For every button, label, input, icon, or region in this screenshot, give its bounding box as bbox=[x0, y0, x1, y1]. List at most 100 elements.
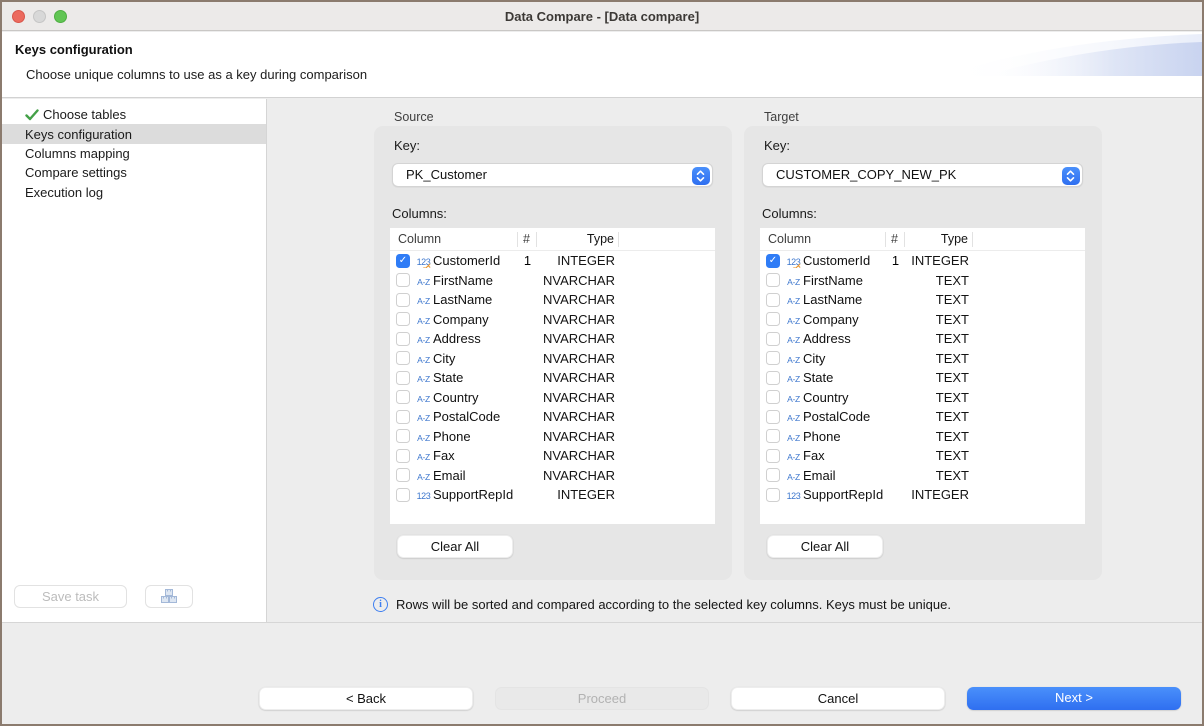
row-checkbox[interactable] bbox=[766, 312, 780, 326]
column-name-cell: A-ZCountry bbox=[760, 390, 886, 405]
table-row[interactable]: ✓123CustomerId1INTEGER bbox=[390, 251, 715, 271]
row-checkbox[interactable] bbox=[766, 488, 780, 502]
sidebar-step-label: Keys configuration bbox=[25, 127, 132, 142]
column-name-cell: A-ZAddress bbox=[760, 331, 886, 346]
row-checkbox[interactable] bbox=[766, 371, 780, 385]
column-name: Address bbox=[433, 331, 481, 346]
table-row[interactable]: A-ZStateNVARCHAR bbox=[390, 368, 715, 388]
sidebar-step-choose-tables[interactable]: Choose tables bbox=[2, 105, 266, 124]
table-row[interactable]: A-ZCityTEXT bbox=[760, 349, 1085, 369]
row-checkbox[interactable] bbox=[396, 488, 410, 502]
row-checkbox[interactable] bbox=[396, 293, 410, 307]
row-checkbox[interactable] bbox=[396, 312, 410, 326]
table-row[interactable]: A-ZCityNVARCHAR bbox=[390, 349, 715, 369]
row-checkbox[interactable] bbox=[396, 429, 410, 443]
type-cell: NVARCHAR bbox=[537, 273, 619, 288]
row-checkbox[interactable] bbox=[766, 429, 780, 443]
row-checkbox[interactable] bbox=[396, 371, 410, 385]
row-checkbox[interactable] bbox=[396, 351, 410, 365]
back-button[interactable]: < Back bbox=[259, 687, 473, 710]
az-glyph: A-Z bbox=[787, 335, 800, 345]
type-cell: NVARCHAR bbox=[537, 370, 619, 385]
az-glyph: A-Z bbox=[417, 374, 430, 384]
table-row[interactable]: A-ZEmailNVARCHAR bbox=[390, 466, 715, 486]
row-checkbox[interactable] bbox=[396, 449, 410, 463]
column-name: SupportRepId bbox=[803, 487, 883, 502]
table-row[interactable]: A-ZFaxTEXT bbox=[760, 446, 1085, 466]
text-icon: A-Z bbox=[414, 273, 433, 288]
table-row[interactable]: ✓123CustomerId1INTEGER bbox=[760, 251, 1085, 271]
table-row[interactable]: A-ZAddressTEXT bbox=[760, 329, 1085, 349]
next-button[interactable]: Next > bbox=[967, 687, 1181, 710]
boxes-icon bbox=[160, 588, 179, 605]
sidebar-step-columns-mapping[interactable]: Columns mapping bbox=[2, 144, 266, 163]
text-icon: A-Z bbox=[784, 331, 803, 346]
table-row[interactable]: A-ZPhoneTEXT bbox=[760, 427, 1085, 447]
target-clear-all-button[interactable]: Clear All bbox=[767, 535, 883, 558]
row-checkbox[interactable]: ✓ bbox=[396, 254, 410, 268]
az-glyph: A-Z bbox=[417, 413, 430, 423]
sidebar-step-execution-log[interactable]: Execution log bbox=[2, 183, 266, 202]
column-header[interactable]: Column bbox=[390, 232, 518, 247]
table-row[interactable]: A-ZFirstNameNVARCHAR bbox=[390, 271, 715, 291]
table-row[interactable]: A-ZCountryNVARCHAR bbox=[390, 388, 715, 408]
table-row[interactable]: A-ZCountry TEXT bbox=[760, 388, 1085, 408]
row-checkbox[interactable] bbox=[396, 332, 410, 346]
column-name: Address bbox=[803, 331, 851, 346]
source-clear-all-button[interactable]: Clear All bbox=[397, 535, 513, 558]
table-row[interactable]: A-ZLastNameTEXT bbox=[760, 290, 1085, 310]
row-checkbox[interactable]: ✓ bbox=[766, 254, 780, 268]
row-checkbox[interactable] bbox=[766, 293, 780, 307]
table-row[interactable]: 123SupportRepIdINTEGER bbox=[390, 485, 715, 505]
type-header[interactable]: Type bbox=[905, 232, 973, 247]
row-checkbox[interactable] bbox=[396, 410, 410, 424]
ordinal-header[interactable]: # bbox=[518, 232, 537, 247]
text-icon: A-Z bbox=[414, 468, 433, 483]
sidebar-step-keys-configuration[interactable]: Keys configuration bbox=[2, 124, 266, 143]
table-row[interactable]: A-ZFirstNameTEXT bbox=[760, 271, 1085, 291]
row-checkbox[interactable] bbox=[766, 390, 780, 404]
type-header[interactable]: Type bbox=[537, 232, 619, 247]
column-name: Phone bbox=[803, 429, 841, 444]
row-checkbox[interactable] bbox=[766, 332, 780, 346]
cancel-button[interactable]: Cancel bbox=[731, 687, 945, 710]
table-row[interactable]: A-ZPostalCodeNVARCHAR bbox=[390, 407, 715, 427]
table-row[interactable]: A-ZPhoneNVARCHAR bbox=[390, 427, 715, 447]
target-panel: Key: CUSTOMER_COPY_NEW_PK Columns: Colum… bbox=[744, 126, 1102, 580]
text-icon: A-Z bbox=[784, 390, 803, 405]
column-name-cell: A-ZCompany bbox=[760, 312, 886, 327]
row-checkbox[interactable] bbox=[396, 468, 410, 482]
titlebar: Data Compare - [Data compare] bbox=[2, 2, 1202, 31]
sidebar-step-compare-settings[interactable]: Compare settings bbox=[2, 163, 266, 182]
boxes-button[interactable] bbox=[145, 585, 193, 608]
row-checkbox[interactable] bbox=[766, 273, 780, 287]
table-row[interactable]: A-ZCompanyTEXT bbox=[760, 310, 1085, 330]
target-key-select[interactable]: CUSTOMER_COPY_NEW_PK bbox=[762, 163, 1083, 187]
table-row[interactable]: 123SupportRepIdINTEGER bbox=[760, 485, 1085, 505]
table-row[interactable]: A-ZEmailTEXT bbox=[760, 466, 1085, 486]
row-checkbox[interactable] bbox=[396, 273, 410, 287]
sidebar-step-label: Compare settings bbox=[25, 165, 127, 180]
text-icon: A-Z bbox=[784, 292, 803, 307]
table-row[interactable]: A-ZCompanyNVARCHAR bbox=[390, 310, 715, 330]
table-row[interactable]: A-ZAddressNVARCHAR bbox=[390, 329, 715, 349]
row-checkbox[interactable] bbox=[766, 449, 780, 463]
save-task-button[interactable]: Save task bbox=[14, 585, 127, 608]
row-checkbox[interactable] bbox=[766, 468, 780, 482]
table-row[interactable]: A-ZLastNameNVARCHAR bbox=[390, 290, 715, 310]
row-checkbox[interactable] bbox=[766, 351, 780, 365]
table-row[interactable]: A-ZStateTEXT bbox=[760, 368, 1085, 388]
column-header[interactable]: Column bbox=[760, 232, 886, 247]
row-checkbox[interactable] bbox=[766, 410, 780, 424]
column-name-cell: A-ZCity bbox=[390, 351, 518, 366]
column-name-cell: A-ZAddress bbox=[390, 331, 518, 346]
proceed-button[interactable]: Proceed bbox=[495, 687, 709, 710]
row-checkbox[interactable] bbox=[396, 390, 410, 404]
text-icon: A-Z bbox=[784, 370, 803, 385]
ordinal-header[interactable]: # bbox=[886, 232, 905, 247]
type-cell: TEXT bbox=[905, 390, 973, 405]
keys-configuration-content: Source Target Key: PK_Customer Columns: … bbox=[268, 99, 1202, 622]
table-row[interactable]: A-ZPostalCodeTEXT bbox=[760, 407, 1085, 427]
table-row[interactable]: A-ZFaxNVARCHAR bbox=[390, 446, 715, 466]
source-key-select[interactable]: PK_Customer bbox=[392, 163, 713, 187]
